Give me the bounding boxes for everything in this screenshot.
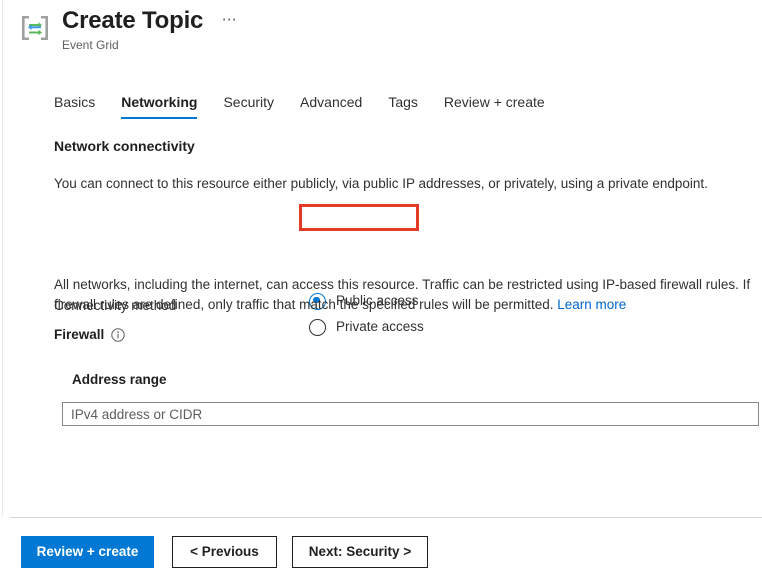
radio-private-access-label: Private access [336,318,424,336]
review-create-button[interactable]: Review + create [21,536,154,568]
wizard-tabs: Basics Networking Security Advanced Tags… [54,93,545,119]
firewall-label: Firewall [54,326,104,344]
address-range-label: Address range [72,371,167,389]
firewall-description: All networks, including the internet, ca… [54,275,760,315]
tab-networking[interactable]: Networking [121,93,197,119]
network-connectivity-description: You can connect to this resource either … [54,174,760,194]
more-options-icon[interactable]: ⋯ [222,13,239,27]
event-grid-icon [18,11,52,45]
blade-left-divider [2,0,3,517]
tab-basics[interactable]: Basics [54,93,95,119]
radio-private-access-mark [309,319,326,336]
radio-private-access[interactable]: Private access [304,314,424,340]
tab-review-create[interactable]: Review + create [444,93,545,119]
section-title-network-connectivity: Network connectivity [54,136,760,156]
tab-tags[interactable]: Tags [388,93,418,119]
tab-security[interactable]: Security [223,93,274,119]
firewall-description-text: All networks, including the internet, ca… [54,277,750,312]
page-title: Create Topic [62,6,203,36]
address-range-input[interactable] [62,402,759,426]
tab-advanced[interactable]: Advanced [300,93,362,119]
previous-button[interactable]: < Previous [172,536,277,568]
wizard-footer: Review + create < Previous Next: Securit… [0,518,762,580]
networking-panel: Network connectivity You can connect to … [54,136,760,280]
page-subtitle: Event Grid [62,37,238,53]
blade-header: Create Topic ⋯ Event Grid [0,0,762,62]
next-security-button[interactable]: Next: Security > [292,536,428,568]
connectivity-method-row: Connectivity method Public access Privat… [54,220,760,280]
learn-more-link[interactable]: Learn more [557,297,626,312]
firewall-label-row: Firewall [54,326,125,344]
info-icon[interactable] [111,328,125,342]
